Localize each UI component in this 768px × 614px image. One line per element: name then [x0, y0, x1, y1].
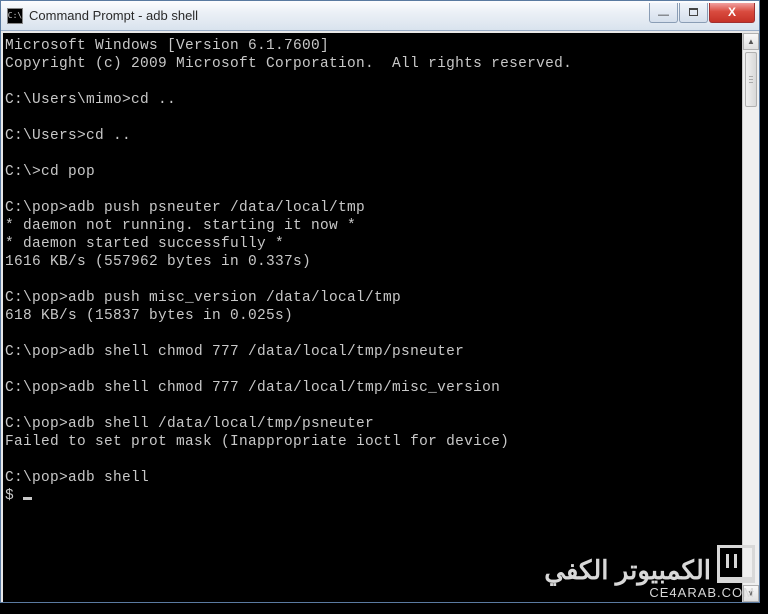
- scroll-track[interactable]: [743, 50, 759, 585]
- window-title: Command Prompt - adb shell: [29, 8, 648, 23]
- titlebar[interactable]: C:\ Command Prompt - adb shell — X: [1, 1, 759, 31]
- watermark-logo-icon: [717, 545, 755, 583]
- maximize-button[interactable]: [679, 3, 708, 23]
- terminal-output[interactable]: Microsoft Windows [Version 6.1.7600] Cop…: [3, 33, 742, 602]
- window-controls: — X: [648, 3, 755, 25]
- watermark-logo: الكمبيوتر الكفي: [544, 545, 755, 583]
- watermark-arabic-text: الكمبيوتر الكفي: [544, 557, 711, 583]
- vertical-scrollbar[interactable]: ▲ ▼: [742, 33, 759, 602]
- scroll-thumb[interactable]: [745, 52, 757, 107]
- minimize-button[interactable]: —: [649, 3, 678, 23]
- close-icon: X: [728, 5, 736, 19]
- scroll-up-button[interactable]: ▲: [743, 33, 759, 50]
- maximize-icon: [689, 8, 698, 16]
- watermark-url: CE4ARAB.COM: [544, 585, 755, 600]
- cursor: [23, 497, 32, 500]
- terminal-client-area: Microsoft Windows [Version 6.1.7600] Cop…: [1, 31, 759, 602]
- watermark: الكمبيوتر الكفي CE4ARAB.COM: [544, 545, 755, 600]
- scroll-grip-icon: [749, 76, 753, 84]
- minimize-icon: —: [658, 9, 669, 21]
- close-button[interactable]: X: [709, 3, 755, 23]
- app-icon: C:\: [7, 8, 23, 24]
- command-prompt-window: C:\ Command Prompt - adb shell — X Micro…: [0, 0, 760, 603]
